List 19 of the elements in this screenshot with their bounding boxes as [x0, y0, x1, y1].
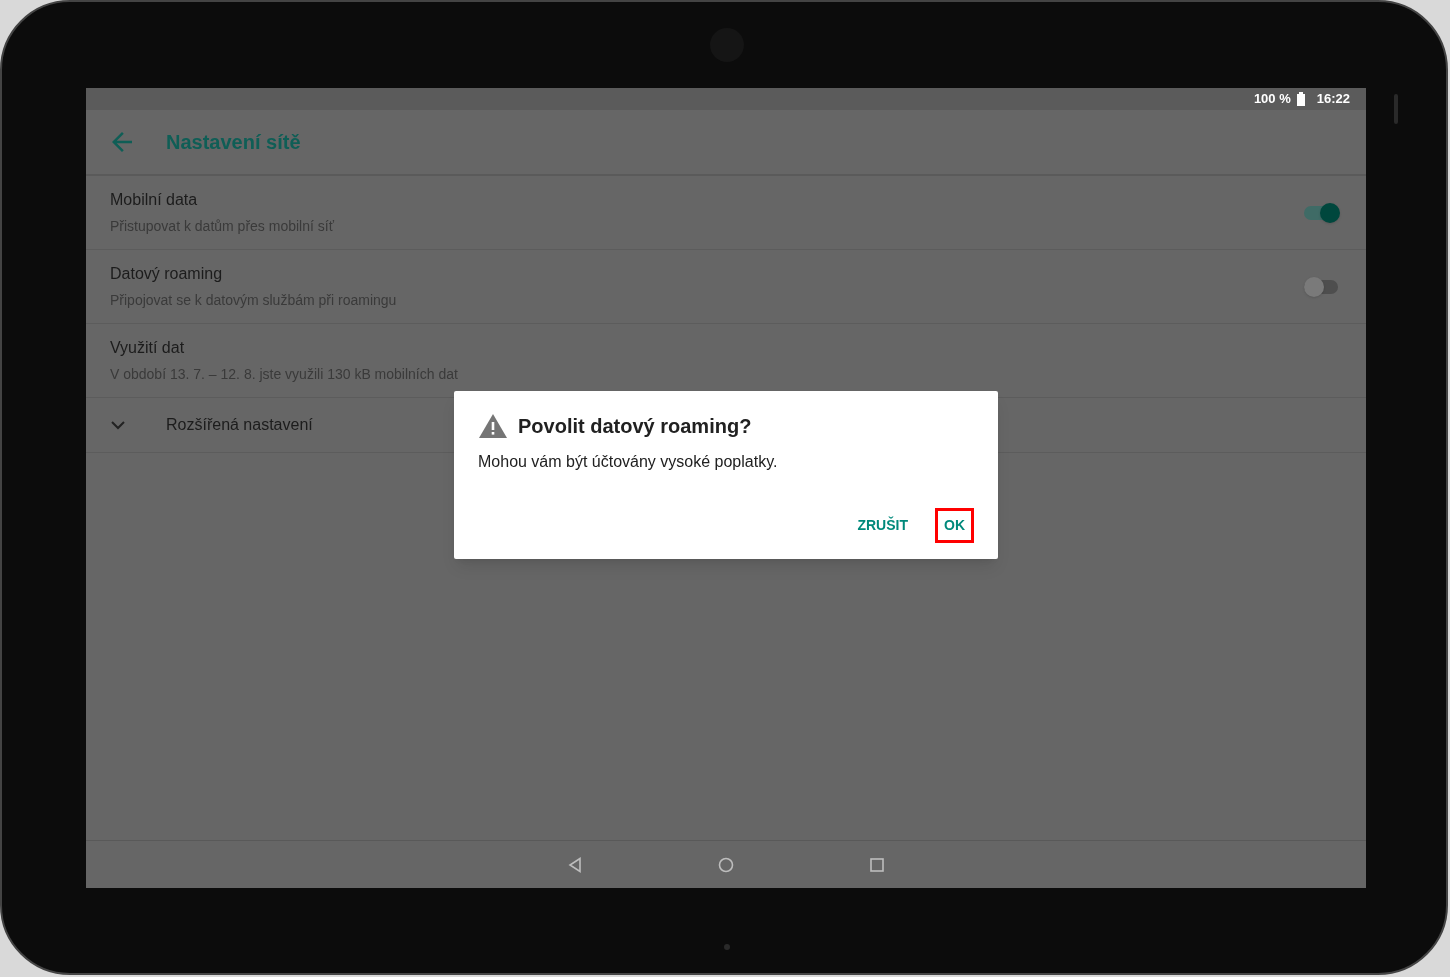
back-arrow-icon[interactable] — [112, 132, 132, 152]
page-title: Nastavení sítě — [166, 130, 301, 155]
row-title: Využití dat — [110, 338, 186, 358]
row-title: Datový roaming — [110, 264, 224, 284]
recents-nav-icon[interactable] — [870, 857, 884, 872]
toggle-switch[interactable] — [1304, 201, 1340, 224]
clock: 16:22 — [1316, 90, 1350, 109]
dialog-button[interactable]: OK — [935, 508, 974, 543]
row-title: Rozšířená nastavení — [166, 415, 313, 435]
toggle-switch[interactable] — [1304, 275, 1340, 298]
battery-percent: 100 % — [1253, 90, 1291, 109]
battery-icon — [1296, 92, 1305, 106]
dialog-message: Mohou vám být účtovány vysoké poplatky. — [478, 452, 779, 472]
warning-icon — [478, 413, 508, 439]
back-nav-icon[interactable] — [568, 856, 582, 873]
row-title: Mobilní data — [110, 190, 199, 210]
dialog-button[interactable]: ZRUŠIT — [848, 508, 917, 543]
home-nav-icon[interactable] — [718, 856, 734, 873]
dialog-title: Povolit datový roaming? — [518, 414, 752, 439]
